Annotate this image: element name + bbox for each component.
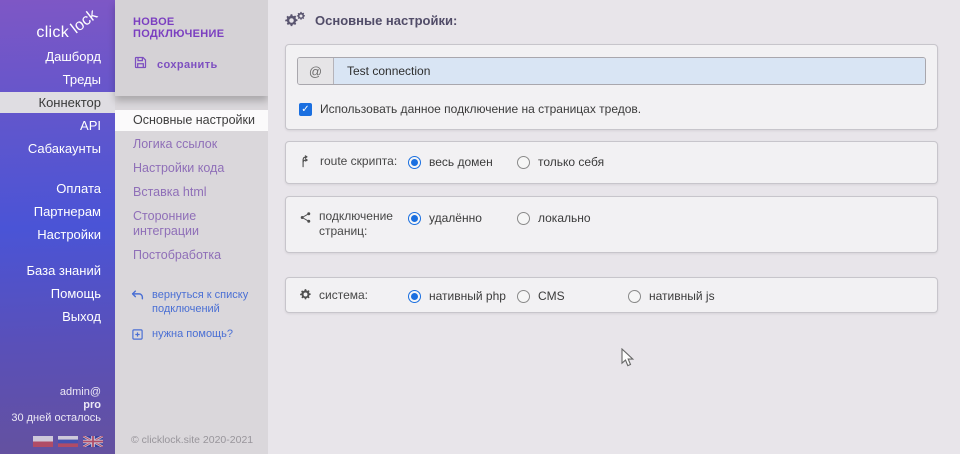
connection-name-input-group: @ Test connection (297, 57, 926, 85)
script-route-label: route скрипта: (320, 154, 397, 169)
system-label-row: система: (299, 288, 403, 305)
back-to-connections-label: вернуться к списку подключений (152, 288, 259, 316)
sidebar-item-settings[interactable]: Настройки (0, 224, 115, 245)
system-label: система: (319, 288, 368, 303)
sidebar-item-help[interactable]: Помощь (0, 283, 115, 304)
radio-remote[interactable] (408, 212, 421, 225)
main-content: Основные настройки: @ Test connection ✓ … (268, 0, 960, 454)
save-button[interactable]: сохранить (133, 55, 268, 75)
main-header: Основные настройки: (268, 0, 960, 30)
panel-title: НОВОЕ ПОДКЛЮЧЕНИЕ (115, 0, 268, 40)
use-on-thread-pages-label: Использовать данное подключение на стран… (320, 102, 641, 116)
radio-native-php-label: нативный php (429, 289, 506, 303)
at-icon: @ (298, 58, 334, 84)
sidebar-nav: Дашборд Треды Коннектор API Сабакаунты О… (0, 46, 115, 329)
sidebar-item-logout[interactable]: Выход (0, 306, 115, 327)
copyright: © clicklock.site 2020-2021 (131, 434, 253, 446)
radio-remote-label: удалённо (429, 211, 482, 225)
back-to-connections-link[interactable]: вернуться к списку подключений (131, 288, 259, 316)
sidebar: click lock Дашборд Треды Коннектор API С… (0, 0, 115, 454)
script-route-label-row: route скрипта: (299, 154, 403, 173)
page-title: Основные настройки: (315, 13, 457, 28)
sidebar-item-threads[interactable]: Треды (0, 69, 115, 90)
radio-option-native-php[interactable]: нативный php (408, 289, 506, 303)
logo-text-click: click (36, 24, 69, 42)
use-on-thread-pages-checkbox[interactable]: ✓ (299, 103, 312, 116)
russia-flag[interactable] (58, 436, 78, 447)
add-box-icon (131, 327, 144, 345)
connection-panel: НОВОЕ ПОДКЛЮЧЕНИЕ сохранить Основные нас… (115, 0, 268, 454)
menu-item-link-logic[interactable]: Логика ссылок (115, 134, 268, 155)
account-email: admin@ (11, 386, 101, 399)
sidebar-item-dashboard[interactable]: Дашборд (0, 46, 115, 67)
sidebar-item-api[interactable]: API (0, 115, 115, 136)
radio-whole-domain-label: весь домен (429, 155, 493, 169)
connection-panel-header: НОВОЕ ПОДКЛЮЧЕНИЕ сохранить (115, 0, 268, 96)
radio-option-remote[interactable]: удалённо (408, 211, 482, 225)
radio-option-only-self[interactable]: только себя (517, 155, 604, 169)
page-connection-label: подключение страниц: (319, 209, 403, 239)
language-switcher (33, 436, 103, 447)
page-connection-card: подключение страниц: удалённо локально (285, 196, 938, 253)
use-on-thread-pages-row: ✓ Использовать данное подключение на стр… (299, 102, 641, 116)
connection-settings-menu: Основные настройки Логика ссылок Настрой… (115, 110, 268, 266)
account-info: admin@ pro 30 дней осталось (11, 386, 101, 425)
uk-flag[interactable] (83, 436, 103, 447)
connection-name-input[interactable]: Test connection (334, 58, 925, 84)
poland-flag[interactable] (33, 436, 53, 447)
radio-option-whole-domain[interactable]: весь домен (408, 155, 493, 169)
page-connection-label-row: подключение страниц: (299, 209, 403, 239)
radio-option-local[interactable]: локально (517, 211, 591, 225)
save-icon (133, 55, 148, 75)
sidebar-item-partners[interactable]: Партнерам (0, 201, 115, 222)
radio-option-native-js[interactable]: нативный js (628, 289, 715, 303)
back-arrow-icon (131, 288, 144, 306)
script-route-card: route скрипта: весь домен только себя (285, 141, 938, 184)
radio-whole-domain[interactable] (408, 156, 421, 169)
sidebar-item-payment[interactable]: Оплата (0, 178, 115, 199)
menu-item-postprocessing[interactable]: Постобработка (115, 245, 268, 266)
radio-only-self-label: только себя (538, 155, 604, 169)
radio-cms[interactable] (517, 290, 530, 303)
sidebar-item-knowledge-base[interactable]: База знаний (0, 260, 115, 281)
save-button-label: сохранить (157, 59, 218, 71)
sidebar-item-subaccounts[interactable]: Сабакаунты (0, 138, 115, 159)
radio-option-cms[interactable]: CMS (517, 289, 565, 303)
menu-item-main-settings[interactable]: Основные настройки (115, 110, 268, 131)
radio-local[interactable] (517, 212, 530, 225)
radio-cms-label: CMS (538, 289, 565, 303)
menu-item-code-settings[interactable]: Настройки кода (115, 158, 268, 179)
connection-name-card: @ Test connection ✓ Использовать данное … (285, 44, 938, 130)
radio-only-self[interactable] (517, 156, 530, 169)
radio-native-php[interactable] (408, 290, 421, 303)
menu-item-html-insert[interactable]: Вставка html (115, 182, 268, 203)
system-card: система: нативный php CMS нативный js (285, 277, 938, 313)
sidebar-item-connector[interactable]: Коннектор (0, 92, 115, 113)
gear-icon (299, 288, 312, 305)
share-icon (299, 211, 312, 228)
radio-native-js[interactable] (628, 290, 641, 303)
need-help-label: нужна помощь? (152, 327, 233, 341)
account-days-left: 30 дней осталось (11, 412, 101, 425)
route-icon (299, 154, 313, 173)
panel-links: вернуться к списку подключений нужна пом… (131, 288, 268, 345)
logo-text-lock: lock (67, 6, 101, 38)
gears-icon (284, 11, 306, 30)
menu-item-integrations[interactable]: Сторонние интеграции (115, 206, 268, 242)
radio-native-js-label: нативный js (649, 289, 715, 303)
need-help-link[interactable]: нужна помощь? (131, 327, 259, 345)
account-plan: pro (11, 399, 101, 412)
radio-local-label: локально (538, 211, 591, 225)
